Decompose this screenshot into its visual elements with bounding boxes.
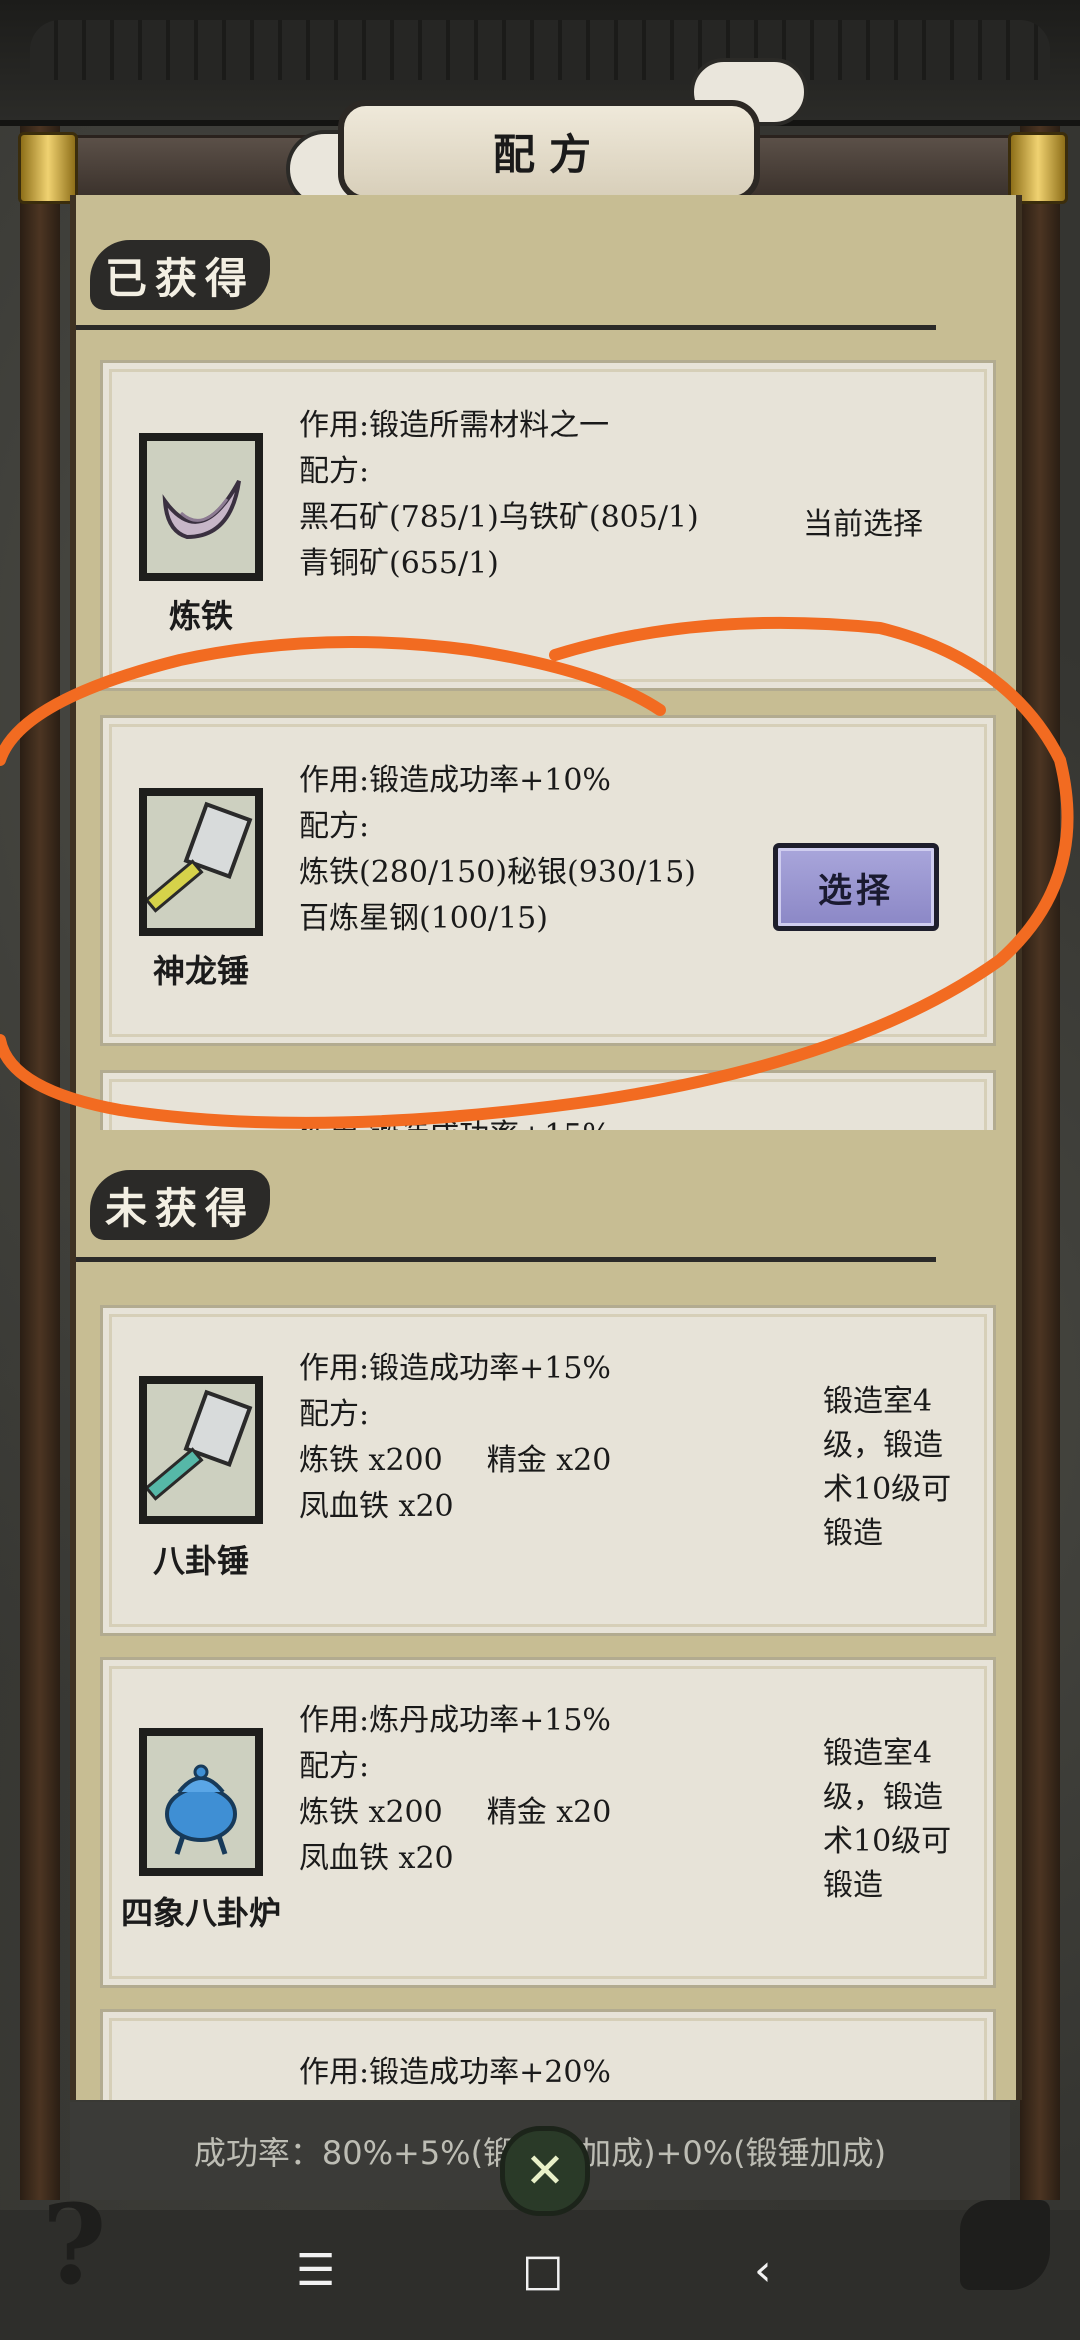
furnace-icon	[139, 1728, 263, 1876]
section-obtained-header: 已获得	[76, 195, 1016, 330]
beam-cap-right	[1008, 132, 1068, 204]
forge-emblem-icon[interactable]: ✕	[500, 2126, 590, 2216]
recipe-line: 黑石矿(785/1)乌铁矿(805/1)	[299, 500, 699, 535]
recipe-ingredient: 精金 x20	[486, 1795, 612, 1830]
recipe-label: 配方:	[299, 1397, 370, 1432]
recipe-line: 凤血铁 x20	[299, 1841, 454, 1876]
recipe-card-iron[interactable]: 炼铁 作用:锻造所需材料之一 配方: 黑石矿(785/1)乌铁矿(805/1) …	[100, 360, 996, 691]
item-details: 作用:锻造所需材料之一 配方: 黑石矿(785/1)乌铁矿(805/1) 青铜矿…	[299, 403, 699, 587]
item-name: 四象八卦炉	[120, 1894, 281, 1932]
hammer-teal-icon	[139, 1376, 263, 1524]
menu-icon[interactable]: ☰	[296, 2245, 335, 2296]
item-details: 作用:锻造成功率+10% 配方: 炼铁(280/150)秘银(930/15) 百…	[299, 758, 696, 942]
item-usage: 作用:锻造成功率+15%	[299, 1351, 611, 1386]
requirement-line: 术10级可	[823, 1824, 952, 1859]
recipe-ingredient: 炼铁 x200	[299, 1795, 443, 1830]
recipe-ingredient: 炼铁 x200	[299, 1443, 443, 1478]
beam-cap-left	[18, 132, 78, 204]
item-name: 八卦锤	[152, 1542, 249, 1580]
unlock-requirement: 锻造室4 级，锻造 术10级可 锻造	[823, 1732, 951, 1908]
item-details: 作用:锻造成功率+15% 配方: 炼铁 x200 精金 x20 凤血铁 x20	[299, 1346, 611, 1530]
recipe-card-partial[interactable]: 作用:锻造成功率+20%	[100, 2009, 996, 2100]
item-usage: 作用:锻造所需材料之一	[299, 408, 610, 443]
return-icon[interactable]	[960, 2200, 1050, 2290]
roof-tiles	[30, 20, 1050, 80]
recipe-line: 凤血铁 x20	[299, 1489, 454, 1524]
section-label-not-obtained: 未获得	[90, 1170, 270, 1240]
section-divider	[76, 325, 936, 330]
item-name: 神龙锤	[152, 952, 249, 990]
recipe-label: 配方:	[299, 1749, 370, 1784]
iron-ingot-icon	[139, 433, 263, 581]
item-usage: 作用:锻造成功率+10%	[299, 763, 611, 798]
recipe-card-bagua-hammer[interactable]: 八卦锤 作用:锻造成功率+15% 配方: 炼铁 x200 精金 x20 凤血铁 x…	[100, 1305, 996, 1636]
recipe-ingredient: 精金 x20	[486, 1443, 612, 1478]
not-obtained-list[interactable]: 八卦锤 作用:锻造成功率+15% 配方: 炼铁 x200 精金 x20 凤血铁 x…	[76, 1305, 1016, 2100]
item-usage: 作用:炼丹成功率+15%	[299, 1703, 611, 1738]
back-icon[interactable]: ‹	[754, 2245, 772, 2296]
item-name: 炼铁	[168, 597, 233, 635]
recipe-line: 炼铁(280/150)秘银(930/15)	[299, 855, 696, 890]
item-details: 作用:锻造成功率+15%	[299, 1113, 611, 1130]
requirement-line: 锻造室4	[823, 1384, 933, 1419]
section-not-obtained-header: 未获得	[76, 1135, 1016, 1265]
obtained-list[interactable]: 炼铁 作用:锻造所需材料之一 配方: 黑石矿(785/1)乌铁矿(805/1) …	[76, 360, 1016, 1130]
right-pillar	[1020, 110, 1060, 2200]
recipe-line: 百炼星钢(100/15)	[299, 901, 548, 936]
recipe-line: 青铜矿(655/1)	[299, 546, 499, 581]
requirement-line: 级，锻造	[823, 1780, 943, 1815]
page-title: 配方	[338, 100, 760, 202]
recipe-panel: 已获得 炼铁 作用:锻造所需材料之一 配方: 黑石矿(785/1)乌铁矿(805…	[70, 195, 1022, 2100]
unlock-requirement: 锻造室4 级，锻造 术10级可 锻造	[823, 1380, 951, 1556]
hammer-yellow-icon	[139, 788, 263, 936]
recipe-line: 炼铁 x200 精金 x20	[299, 1790, 611, 1836]
recipe-card-furnace[interactable]: 四象八卦炉 作用:炼丹成功率+15% 配方: 炼铁 x200 精金 x20 凤血铁…	[100, 1657, 996, 1988]
item-usage: 作用:锻造成功率+15%	[299, 1113, 611, 1130]
section-divider	[76, 1257, 936, 1262]
home-icon[interactable]: □	[522, 2245, 564, 2296]
recipe-label: 配方:	[299, 809, 370, 844]
requirement-line: 术10级可	[823, 1472, 952, 1507]
recipe-line: 炼铁 x200 精金 x20	[299, 1438, 611, 1484]
recipe-label: 配方:	[299, 454, 370, 489]
item-usage: 作用:锻造成功率+20%	[299, 2055, 611, 2090]
section-label-obtained: 已获得	[90, 240, 270, 310]
requirement-line: 级，锻造	[823, 1428, 943, 1463]
recipe-card-partial[interactable]: 作用:锻造成功率+15%	[100, 1070, 996, 1130]
item-details: 作用:炼丹成功率+15% 配方: 炼铁 x200 精金 x20 凤血铁 x20	[299, 1698, 611, 1882]
current-selection-label: 当前选择	[803, 507, 923, 542]
help-icon[interactable]: ?	[42, 2180, 106, 2309]
left-pillar	[20, 110, 60, 2200]
item-details: 作用:锻造成功率+20%	[299, 2050, 611, 2096]
requirement-line: 锻造	[823, 1516, 883, 1551]
requirement-line: 锻造室4	[823, 1736, 933, 1771]
select-button[interactable]: 选择	[773, 843, 939, 931]
recipe-card-dragon-hammer[interactable]: 神龙锤 作用:锻造成功率+10% 配方: 炼铁(280/150)秘银(930/1…	[100, 715, 996, 1046]
requirement-line: 锻造	[823, 1868, 883, 1903]
